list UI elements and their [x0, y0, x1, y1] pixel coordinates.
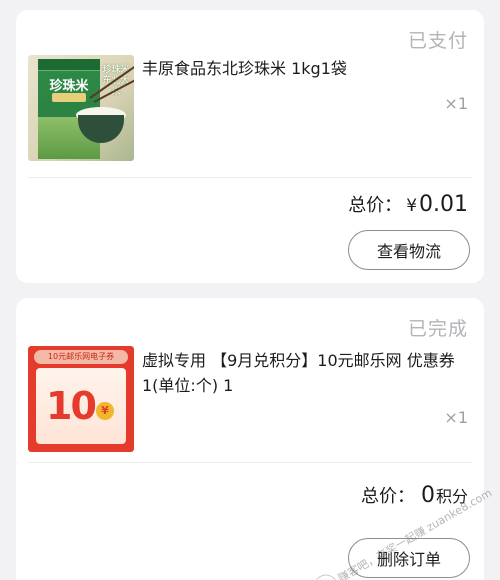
rice-bag-name: 珍珠米 — [49, 79, 89, 94]
total-currency: ¥ — [406, 196, 418, 216]
total-amount: 0.01 — [419, 192, 468, 217]
coupon-illustration: 10元邮乐网电子券 10 ¥ — [28, 346, 134, 452]
order-total: 总价： 0 积分 — [361, 482, 468, 508]
order-status: 已完成 — [407, 318, 468, 340]
order-card[interactable]: 已完成 10元邮乐网电子券 10 ¥ 虚拟专用 【9月兑积分】10元邮乐网 优惠… — [16, 298, 484, 580]
total-unit: 积分 — [435, 487, 468, 506]
product-quantity: ×1 — [444, 94, 468, 113]
coupon-header: 10元邮乐网电子券 — [34, 350, 128, 364]
divider — [28, 177, 472, 178]
total-label: 总价： — [360, 486, 415, 507]
product-quantity: ×1 — [444, 408, 468, 427]
view-logistics-button[interactable]: 查看物流 — [348, 230, 470, 270]
coupon-body: 10 ¥ — [36, 368, 126, 444]
total-label: 总价： — [348, 195, 403, 216]
rice-bag-tag — [52, 93, 86, 102]
coupon-value: 10 — [46, 384, 97, 428]
product-image-coupon[interactable]: 10元邮乐网电子券 10 ¥ — [28, 346, 134, 452]
product-title[interactable]: 虚拟专用 【9月兑积分】10元邮乐网 优惠券 1(单位:个) 1 — [142, 348, 458, 398]
product-image-rice[interactable]: 珍珠米 珍珠米东北大米 — [28, 55, 134, 161]
product-title[interactable]: 丰原食品东北珍珠米 1kg1袋 — [142, 57, 458, 81]
coin-icon: ¥ — [96, 402, 114, 420]
order-card[interactable]: 已支付 珍珠米 珍珠米东北大米 丰原食品东北珍珠米 1kg1袋 ×1 总价： ¥… — [16, 10, 484, 283]
rice-bag-top-band — [38, 59, 100, 71]
total-amount: 0 — [420, 483, 435, 508]
order-status: 已支付 — [407, 30, 468, 52]
delete-order-button[interactable]: 删除订单 — [348, 538, 470, 578]
divider — [28, 462, 472, 463]
order-total: 总价： ¥ 0.01 — [348, 191, 468, 217]
